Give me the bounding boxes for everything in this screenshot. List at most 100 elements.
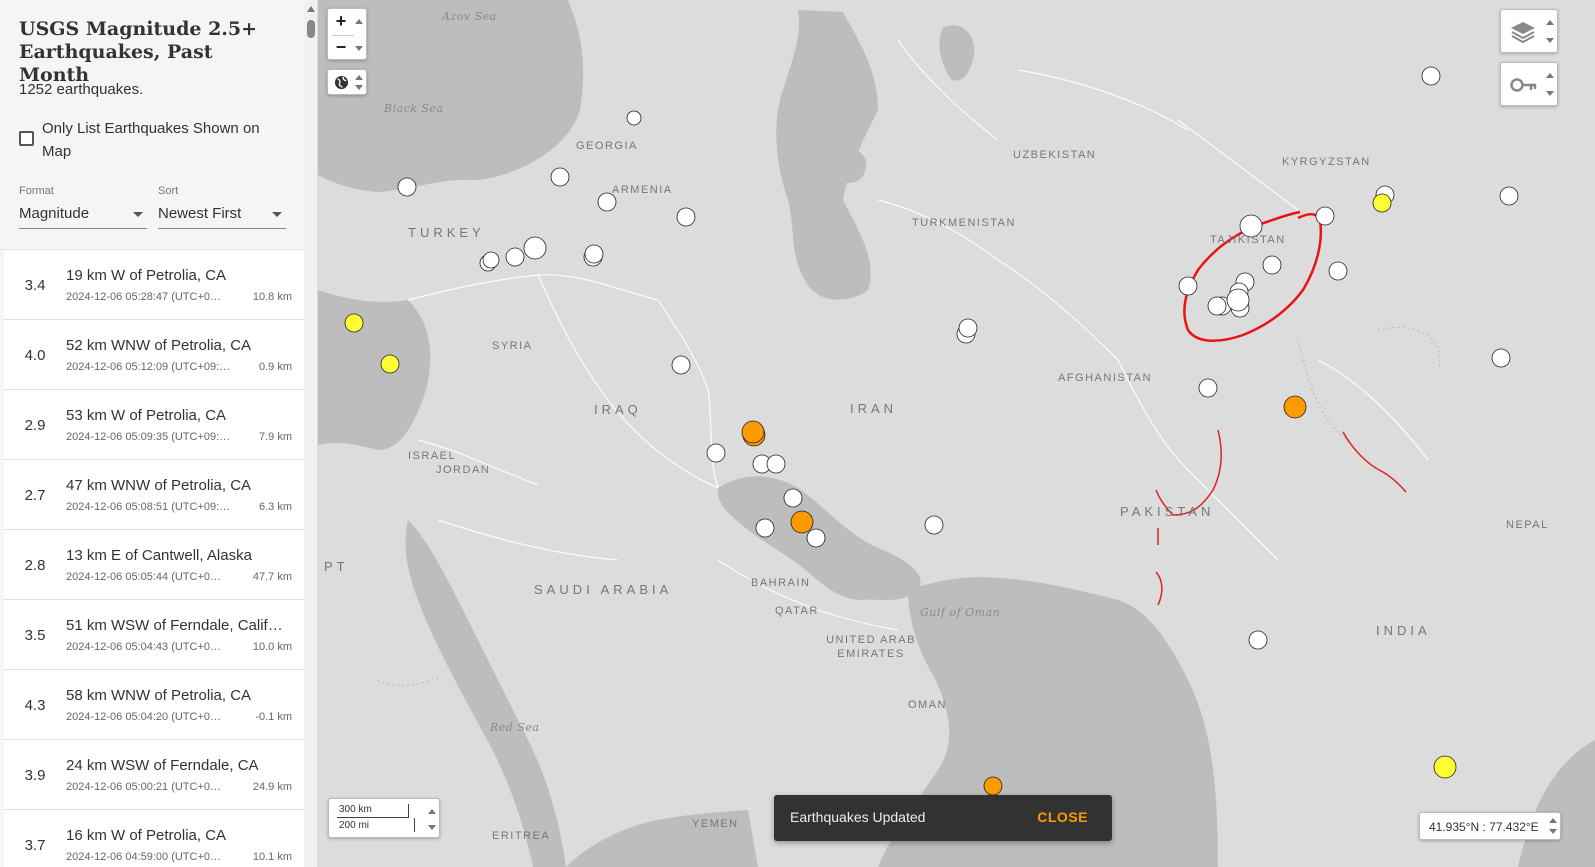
earthquake-marker[interactable]	[1491, 348, 1511, 368]
list-item-depth: 7.9 km	[258, 431, 292, 443]
list-item-time: 2024-12-06 05:09:35 (UTC+09:…	[66, 431, 231, 443]
page-title: USGS Magnitude 2.5+ Earthquakes, Past Mo…	[19, 18, 258, 86]
list-item-depth: 0.9 km	[258, 361, 292, 373]
list-item[interactable]: 3.4 19 km W of Petrolia, CA 2024-12-06 0…	[4, 250, 304, 320]
earthquake-marker[interactable]	[1207, 296, 1227, 316]
list-item-place: 47 km WNW of Petrolia, CA	[66, 477, 252, 494]
earthquake-marker[interactable]	[983, 776, 1003, 796]
map-label: BAHRAIN	[751, 577, 811, 589]
sidebar-content: USGS Magnitude 2.5+ Earthquakes, Past Mo…	[0, 0, 304, 867]
earthquake-marker[interactable]	[344, 313, 364, 333]
list-item-time: 2024-12-06 05:08:51 (UTC+09:…	[66, 501, 231, 513]
earthquake-marker[interactable]	[1226, 288, 1250, 312]
earthquake-marker[interactable]	[958, 318, 978, 338]
earthquake-marker[interactable]	[523, 236, 547, 260]
map-label: INDIA	[1376, 623, 1431, 638]
list-item-place: 13 km E of Cantwell, Alaska	[66, 547, 252, 564]
map-label: OMAN	[908, 699, 947, 711]
earthquake-marker[interactable]	[1328, 261, 1348, 281]
scale-mi-label: 200 mi	[339, 820, 370, 831]
earthquake-marker[interactable]	[380, 354, 400, 374]
map-label: KYRGYZSTAN	[1282, 156, 1371, 168]
earthquake-marker[interactable]	[1315, 206, 1335, 226]
list-item[interactable]: 3.7 16 km W of Petrolia, CA 2024-12-06 0…	[4, 810, 304, 867]
toast-close-button[interactable]: CLOSE	[1037, 809, 1088, 825]
only-list-checkbox[interactable]	[19, 131, 34, 146]
earthquake-marker[interactable]	[550, 167, 570, 187]
sort-select[interactable]: Newest First	[158, 203, 286, 229]
earthquake-marker[interactable]	[1372, 193, 1392, 213]
earthquake-marker[interactable]	[924, 515, 944, 535]
list-item-magnitude: 3.9	[24, 767, 46, 784]
list-item-time: 2024-12-06 05:28:47 (UTC+0…	[66, 291, 222, 303]
globe-button[interactable]	[327, 69, 367, 95]
list-item[interactable]: 2.7 47 km WNW of Petrolia, CA 2024-12-06…	[4, 460, 304, 530]
earthquake-marker[interactable]	[676, 207, 696, 227]
earthquake-marker[interactable]	[1262, 255, 1282, 275]
map-label: ERITREA	[492, 830, 551, 842]
earthquake-marker[interactable]	[741, 420, 765, 444]
map[interactable]: Azov Sea Black Sea GEORGIA ARMENIA TURKE…	[318, 0, 1595, 867]
earthquake-marker[interactable]	[783, 488, 803, 508]
list-item[interactable]: 2.8 13 km E of Cantwell, Alaska 2024-12-…	[4, 530, 304, 600]
only-list-label[interactable]: Only List Earthquakes Shown on Map	[42, 117, 292, 163]
zoom-out-button[interactable]: −	[328, 35, 354, 61]
divider	[332, 35, 354, 36]
map-label: PAKISTAN	[1120, 504, 1215, 519]
list-item-depth: 24.9 km	[252, 781, 292, 793]
earthquake-marker[interactable]	[1283, 395, 1307, 419]
map-label: TURKMENISTAN	[912, 217, 1016, 229]
earthquake-marker[interactable]	[766, 454, 786, 474]
earthquake-marker[interactable]	[482, 251, 500, 269]
earthquake-marker[interactable]	[671, 355, 691, 375]
earthquake-markers[interactable]	[344, 66, 1519, 796]
map-canvas[interactable]	[318, 0, 1595, 867]
sort-value: Newest First	[158, 205, 242, 222]
sidebar-scrollbar[interactable]	[304, 0, 317, 867]
list-item[interactable]: 2.9 53 km W of Petrolia, CA 2024-12-06 0…	[4, 390, 304, 460]
list-item-depth: 47.7 km	[252, 571, 292, 583]
earthquake-marker[interactable]	[1198, 378, 1218, 398]
map-label: QATAR	[775, 605, 819, 617]
scrollbar-thumb[interactable]	[307, 20, 315, 38]
earthquake-marker[interactable]	[1433, 755, 1457, 779]
legend-button[interactable]	[1500, 62, 1558, 106]
list-item-magnitude: 4.3	[24, 697, 46, 714]
earthquake-marker[interactable]	[505, 247, 525, 267]
list-item-place: 53 km W of Petrolia, CA	[66, 407, 227, 424]
earthquake-marker[interactable]	[1499, 186, 1519, 206]
earthquake-marker[interactable]	[755, 518, 775, 538]
earthquake-marker[interactable]	[706, 443, 726, 463]
earthquake-marker[interactable]	[584, 244, 604, 264]
list-item[interactable]: 3.9 24 km WSW of Ferndale, CA 2024-12-06…	[4, 740, 304, 810]
map-label: JORDAN	[436, 464, 491, 476]
map-label: Red Sea	[490, 721, 540, 734]
format-select[interactable]: Magnitude	[19, 203, 147, 229]
list-item[interactable]: 4.3 58 km WNW of Petrolia, CA 2024-12-06…	[4, 670, 304, 740]
list-item-depth: -0.1 km	[255, 711, 292, 723]
format-value: Magnitude	[19, 205, 90, 222]
earthquake-marker[interactable]	[806, 528, 826, 548]
map-label: ARMENIA	[612, 184, 673, 196]
earthquake-marker[interactable]	[1248, 630, 1268, 650]
sort-label: Sort	[158, 185, 179, 197]
scroll-up-arrow-icon[interactable]	[307, 6, 315, 12]
list-item-place: 58 km WNW of Petrolia, CA	[66, 687, 252, 704]
zoom-in-button[interactable]: +	[328, 9, 354, 35]
list-item[interactable]: 3.5 51 km WSW of Ferndale, Calif… 2024-1…	[4, 600, 304, 670]
chevron-up-icon	[428, 809, 436, 814]
layers-button[interactable]	[1500, 9, 1558, 53]
chevron-down-icon	[428, 825, 436, 830]
earthquake-marker[interactable]	[790, 510, 814, 534]
map-label: Gulf of Oman	[920, 606, 1001, 619]
list-item[interactable]: 4.0 52 km WNW of Petrolia, CA 2024-12-06…	[4, 320, 304, 390]
toast-notification: Earthquakes Updated CLOSE	[774, 795, 1112, 841]
earthquake-marker[interactable]	[626, 110, 642, 126]
earthquake-marker[interactable]	[1421, 66, 1441, 86]
chevron-up-icon	[355, 75, 363, 80]
list-item-place: 52 km WNW of Petrolia, CA	[66, 337, 252, 354]
chevron-up-icon	[1546, 20, 1554, 25]
bay-of-bengal	[1518, 740, 1595, 867]
earthquake-marker[interactable]	[1178, 276, 1198, 296]
earthquake-marker[interactable]	[397, 177, 417, 197]
